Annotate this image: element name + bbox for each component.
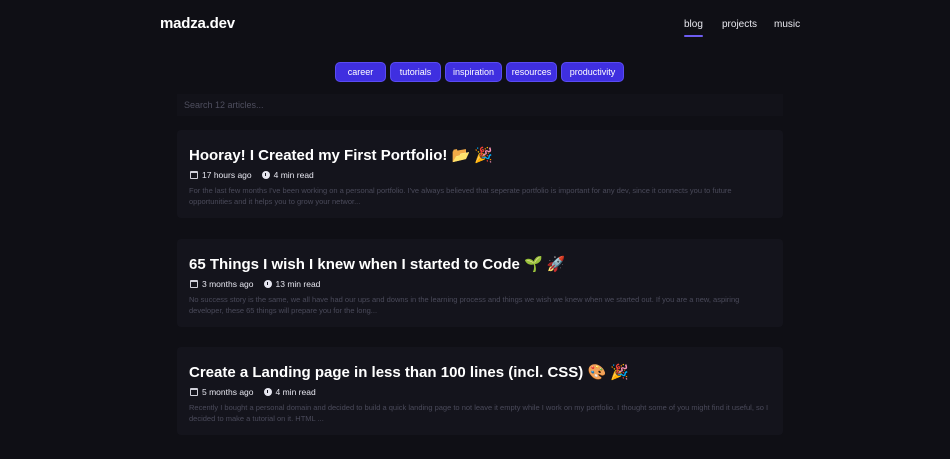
article-title[interactable]: Create a Landing page in less than 100 l… <box>189 363 629 381</box>
article-meta: 5 months ago 4 min read <box>190 387 316 397</box>
article-meta: 17 hours ago 4 min read <box>190 170 314 180</box>
clock-icon <box>261 171 270 179</box>
tag-inspiration[interactable]: inspiration <box>445 62 502 82</box>
article-excerpt: Recently I bought a personal domain and … <box>189 403 769 423</box>
calendar-icon <box>190 280 198 288</box>
calendar-icon <box>190 388 198 396</box>
nav-music[interactable]: music <box>774 19 800 30</box>
nav-projects[interactable]: projects <box>722 19 757 30</box>
article-read-time: 4 min read <box>273 170 314 180</box>
tag-career[interactable]: career <box>335 62 386 82</box>
clock-icon <box>263 388 272 396</box>
article-card[interactable]: Hooray! I Created my First Portfolio! 📂 … <box>177 130 783 218</box>
article-title[interactable]: Hooray! I Created my First Portfolio! 📂 … <box>189 146 493 164</box>
calendar-icon <box>190 171 198 179</box>
tag-tutorials[interactable]: tutorials <box>390 62 441 82</box>
search-input[interactable] <box>177 94 783 116</box>
article-read-time: 4 min read <box>275 387 316 397</box>
article-card[interactable]: Create a Landing page in less than 100 l… <box>177 347 783 435</box>
article-excerpt: For the last few months I've been workin… <box>189 186 732 206</box>
site-header: madza.dev blog projects music <box>0 0 950 50</box>
article-title[interactable]: 65 Things I wish I knew when I started t… <box>189 255 566 273</box>
site-logo[interactable]: madza.dev <box>160 15 235 32</box>
article-excerpt: No success story is the same, we all hav… <box>189 295 740 315</box>
clock-icon <box>263 280 272 288</box>
tag-productivity[interactable]: productivity <box>561 62 624 82</box>
article-card[interactable]: 65 Things I wish I knew when I started t… <box>177 239 783 327</box>
article-read-time: 13 min read <box>275 279 321 289</box>
article-date: 17 hours ago <box>202 170 252 180</box>
article-meta: 3 months ago 13 min read <box>190 279 320 289</box>
nav-blog[interactable]: blog <box>684 19 703 37</box>
tag-resources[interactable]: resources <box>506 62 557 82</box>
article-date: 3 months ago <box>202 279 254 289</box>
article-date: 5 months ago <box>202 387 254 397</box>
